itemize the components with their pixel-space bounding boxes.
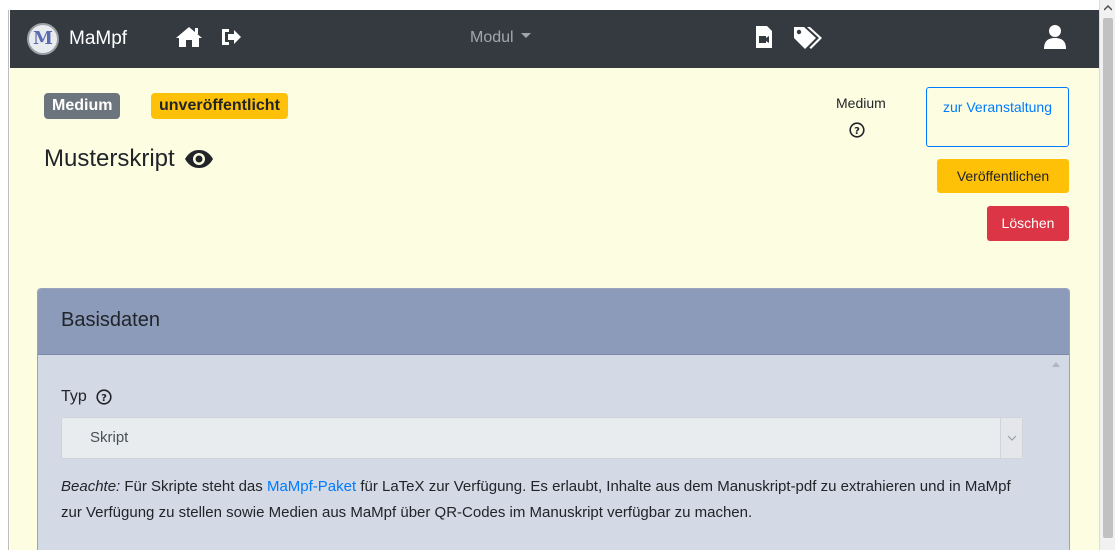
scroll-up-arrow-icon[interactable] xyxy=(1100,0,1115,16)
modul-dropdown-label: Modul xyxy=(470,29,514,46)
mampf-package-link[interactable]: MaMpf-Paket xyxy=(267,478,356,495)
type-label: Typ xyxy=(61,388,87,405)
sign-out-icon[interactable] xyxy=(219,25,243,49)
basic-data-card: Basisdaten Typ ? Skript Beachte: Für Skr… xyxy=(37,288,1070,550)
type-select-value: Skript xyxy=(90,429,129,446)
main-content: Medium unveröffentlicht Musterskript Med… xyxy=(10,68,1099,550)
card-scroll-up-icon[interactable] xyxy=(1052,362,1060,367)
question-circle-icon[interactable]: ? xyxy=(849,122,865,143)
home-icon[interactable] xyxy=(175,25,203,49)
user-icon[interactable] xyxy=(1043,24,1067,50)
page-title-row: Musterskript xyxy=(44,145,214,173)
note-text-1: Für Skripte steht das xyxy=(120,478,267,495)
card-body: Typ ? Skript Beachte: Für Skripte steht … xyxy=(38,355,1069,550)
tags-icon[interactable] xyxy=(792,25,826,49)
mampf-logo[interactable]: M xyxy=(27,23,59,55)
publish-button[interactable]: Veröffentlichen xyxy=(937,159,1069,193)
type-select[interactable]: Skript xyxy=(61,417,1023,459)
brand-name[interactable]: MaMpf xyxy=(69,28,127,50)
card-header[interactable]: Basisdaten xyxy=(38,289,1069,355)
status-badge: unveröffentlicht xyxy=(151,93,288,119)
top-navbar: M MaMpf Modul xyxy=(10,10,1099,68)
delete-button[interactable]: Löschen xyxy=(987,206,1069,241)
window-left-edge xyxy=(0,10,9,550)
chevron-down-icon[interactable] xyxy=(1000,418,1022,458)
card-scrollbar[interactable] xyxy=(1042,355,1069,550)
question-circle-icon[interactable]: ? xyxy=(96,389,112,405)
caret-down-icon xyxy=(520,33,531,39)
script-note: Beachte: Für Skripte steht das MaMpf-Pak… xyxy=(61,474,1021,525)
media-type-badge: Medium xyxy=(44,93,121,119)
page-title: Musterskript xyxy=(44,145,175,172)
scroll-thumb[interactable] xyxy=(1103,18,1113,538)
file-video-icon[interactable] xyxy=(754,25,774,49)
type-field-label-row: Typ ? xyxy=(61,388,112,406)
medium-label: Medium xyxy=(836,95,886,111)
card-title: Basisdaten xyxy=(61,309,160,331)
note-prefix: Beachte: xyxy=(61,478,121,495)
svg-text:?: ? xyxy=(854,126,860,137)
modul-dropdown[interactable]: Modul xyxy=(470,29,531,47)
to-event-button[interactable]: zur Veranstaltung xyxy=(926,87,1069,147)
page-scrollbar[interactable] xyxy=(1099,0,1115,550)
svg-text:?: ? xyxy=(101,393,107,404)
eye-icon[interactable] xyxy=(184,149,214,169)
